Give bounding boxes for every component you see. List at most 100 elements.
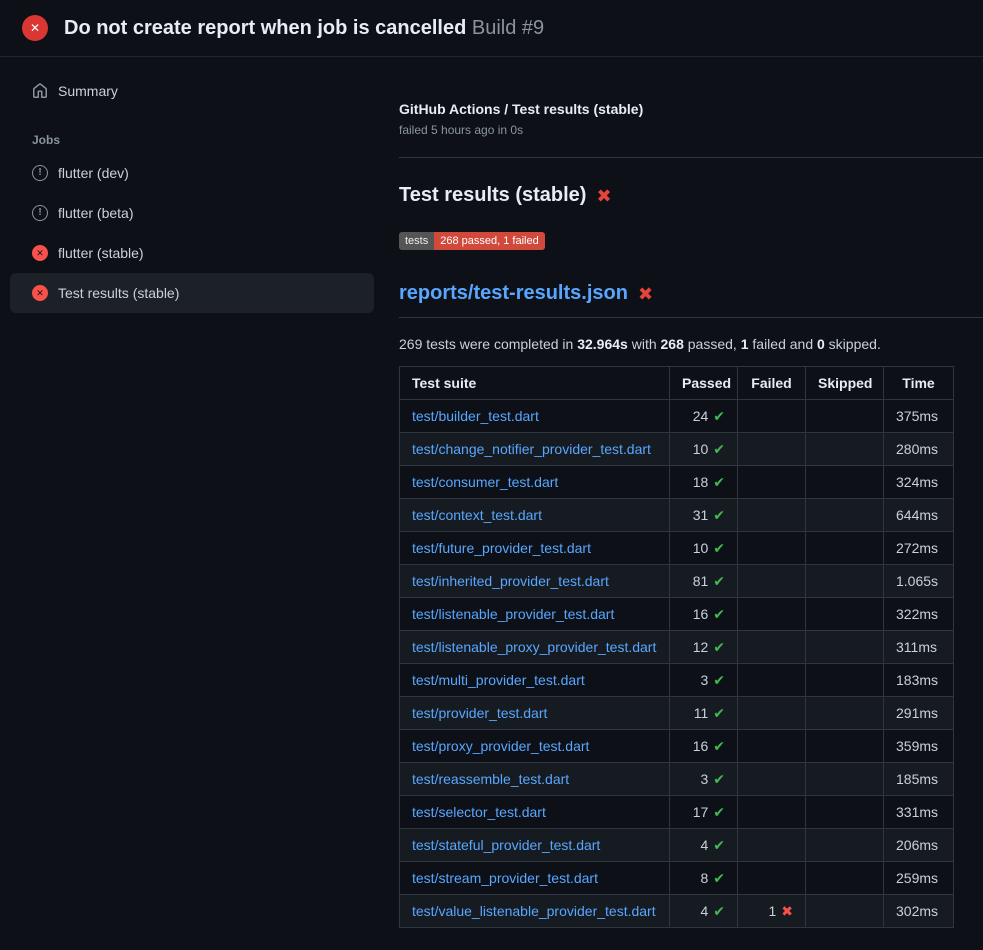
table-row: test/inherited_provider_test.dart81✔1.06… — [400, 565, 954, 598]
test-suite-link[interactable]: test/provider_test.dart — [412, 705, 547, 721]
sidebar-job-item[interactable]: ✕flutter (stable) — [10, 233, 374, 273]
check-run-title: Test results (stable) ✖ — [399, 184, 983, 207]
home-icon — [32, 83, 48, 99]
failed-cell: 1✖ — [738, 895, 806, 928]
passed-cell: 4✔ — [670, 895, 738, 928]
check-icon: ✔ — [713, 606, 725, 622]
summary-text: failed and — [749, 336, 818, 352]
test-suite-link[interactable]: test/change_notifier_provider_test.dart — [412, 441, 651, 457]
sidebar-item-summary[interactable]: Summary — [10, 71, 374, 111]
report-heading: reports/test-results.json ✖ — [399, 282, 983, 318]
skipped-cell — [806, 598, 884, 631]
failed-cell — [738, 400, 806, 433]
skipped-cell — [806, 796, 884, 829]
failed-cell — [738, 730, 806, 763]
summary-text: with — [628, 336, 661, 352]
skipped-cell — [806, 532, 884, 565]
table-row: test/builder_test.dart 24✔ 375ms — [400, 400, 954, 433]
x-circle-icon: ✕ — [32, 245, 48, 261]
sidebar-job-item[interactable]: !flutter (beta) — [10, 193, 374, 233]
test-suite-link[interactable]: test/builder_test.dart — [412, 408, 539, 424]
time-cell: 206ms — [884, 829, 954, 862]
col-failed: Failed — [738, 367, 806, 400]
check-icon: ✔ — [713, 573, 725, 589]
alert-circle-icon: ! — [32, 165, 48, 181]
x-circle-icon: ✕ — [32, 285, 48, 301]
sidebar-job-item[interactable]: !flutter (dev) — [10, 153, 374, 193]
jobs-heading: Jobs — [32, 133, 384, 147]
time-cell: 272ms — [884, 532, 954, 565]
job-label: Test results (stable) — [58, 285, 179, 301]
test-suite-link[interactable]: test/value_listenable_provider_test.dart — [412, 903, 656, 919]
check-icon: ✔ — [713, 507, 725, 523]
test-suite-link[interactable]: test/stream_provider_test.dart — [412, 870, 598, 886]
check-icon: ✔ — [713, 771, 725, 787]
build-number: Build #9 — [472, 17, 544, 39]
summary-text: 269 tests were completed in — [399, 336, 577, 352]
time-cell: 183ms — [884, 664, 954, 697]
test-suite-link[interactable]: test/context_test.dart — [412, 507, 542, 523]
summary-skipped-count: 0 — [817, 336, 825, 352]
divider — [399, 157, 983, 158]
failed-cell — [738, 598, 806, 631]
check-icon: ✔ — [713, 903, 725, 919]
time-cell: 322ms — [884, 598, 954, 631]
passed-cell: 24✔ — [670, 400, 738, 433]
time-cell: 185ms — [884, 763, 954, 796]
job-label: flutter (beta) — [58, 205, 133, 221]
test-suite-link[interactable]: test/listenable_proxy_provider_test.dart — [412, 639, 656, 655]
breadcrumb: GitHub Actions / Test results (stable) — [399, 101, 983, 117]
test-suite-link[interactable]: test/future_provider_test.dart — [412, 540, 591, 556]
test-suite-link[interactable]: test/multi_provider_test.dart — [412, 672, 585, 688]
suite-cell: test/provider_test.dart — [400, 697, 670, 730]
x-icon: ✖ — [781, 903, 793, 919]
check-icon: ✔ — [713, 870, 725, 886]
table-row: test/provider_test.dart11✔291ms — [400, 697, 954, 730]
suite-cell: test/listenable_proxy_provider_test.dart — [400, 631, 670, 664]
badge-value: 268 passed, 1 failed — [434, 232, 544, 250]
test-suite-link[interactable]: test/selector_test.dart — [412, 804, 546, 820]
badge-label: tests — [399, 232, 434, 250]
time-cell: 331ms — [884, 796, 954, 829]
check-icon: ✔ — [713, 804, 725, 820]
skipped-cell — [806, 631, 884, 664]
time-cell: 324ms — [884, 466, 954, 499]
skipped-cell — [806, 433, 884, 466]
test-suite-link[interactable]: test/inherited_provider_test.dart — [412, 573, 609, 589]
table-row: test/listenable_provider_test.dart16✔322… — [400, 598, 954, 631]
skipped-cell — [806, 895, 884, 928]
test-suite-link[interactable]: test/reassemble_test.dart — [412, 771, 569, 787]
main-content: GitHub Actions / Test results (stable) f… — [384, 57, 983, 928]
skipped-cell — [806, 565, 884, 598]
time-cell: 259ms — [884, 862, 954, 895]
col-skipped: Skipped — [806, 367, 884, 400]
test-suite-link[interactable]: test/listenable_provider_test.dart — [412, 606, 614, 622]
passed-cell: 10✔ — [670, 532, 738, 565]
failed-cell — [738, 532, 806, 565]
suite-cell: test/stateful_provider_test.dart — [400, 829, 670, 862]
failed-cell — [738, 631, 806, 664]
test-suite-link[interactable]: test/proxy_provider_test.dart — [412, 738, 589, 754]
run-header: ✕ Do not create report when job is cance… — [0, 0, 983, 57]
test-suite-link[interactable]: test/consumer_test.dart — [412, 474, 558, 490]
suite-cell: test/builder_test.dart — [400, 400, 670, 433]
report-file-link[interactable]: reports/test-results.json — [399, 282, 628, 305]
table-row: test/stateful_provider_test.dart4✔206ms — [400, 829, 954, 862]
check-icon: ✔ — [713, 705, 725, 721]
passed-cell: 8✔ — [670, 862, 738, 895]
tests-summary: 269 tests were completed in 32.964s with… — [399, 336, 983, 352]
run-title: Do not create report when job is cancell… — [64, 17, 466, 39]
time-cell: 302ms — [884, 895, 954, 928]
time-cell: 644ms — [884, 499, 954, 532]
check-icon: ✔ — [713, 738, 725, 754]
sidebar-job-item[interactable]: ✕ Test results (stable) — [10, 273, 374, 313]
time-cell: 375ms — [884, 400, 954, 433]
table-row: test/context_test.dart31✔644ms — [400, 499, 954, 532]
summary-text: skipped. — [825, 336, 881, 352]
col-test-suite: Test suite — [400, 367, 670, 400]
passed-cell: 11✔ — [670, 697, 738, 730]
passed-cell: 81✔ — [670, 565, 738, 598]
skipped-cell — [806, 697, 884, 730]
check-icon: ✔ — [713, 441, 725, 457]
test-suite-link[interactable]: test/stateful_provider_test.dart — [412, 837, 600, 853]
